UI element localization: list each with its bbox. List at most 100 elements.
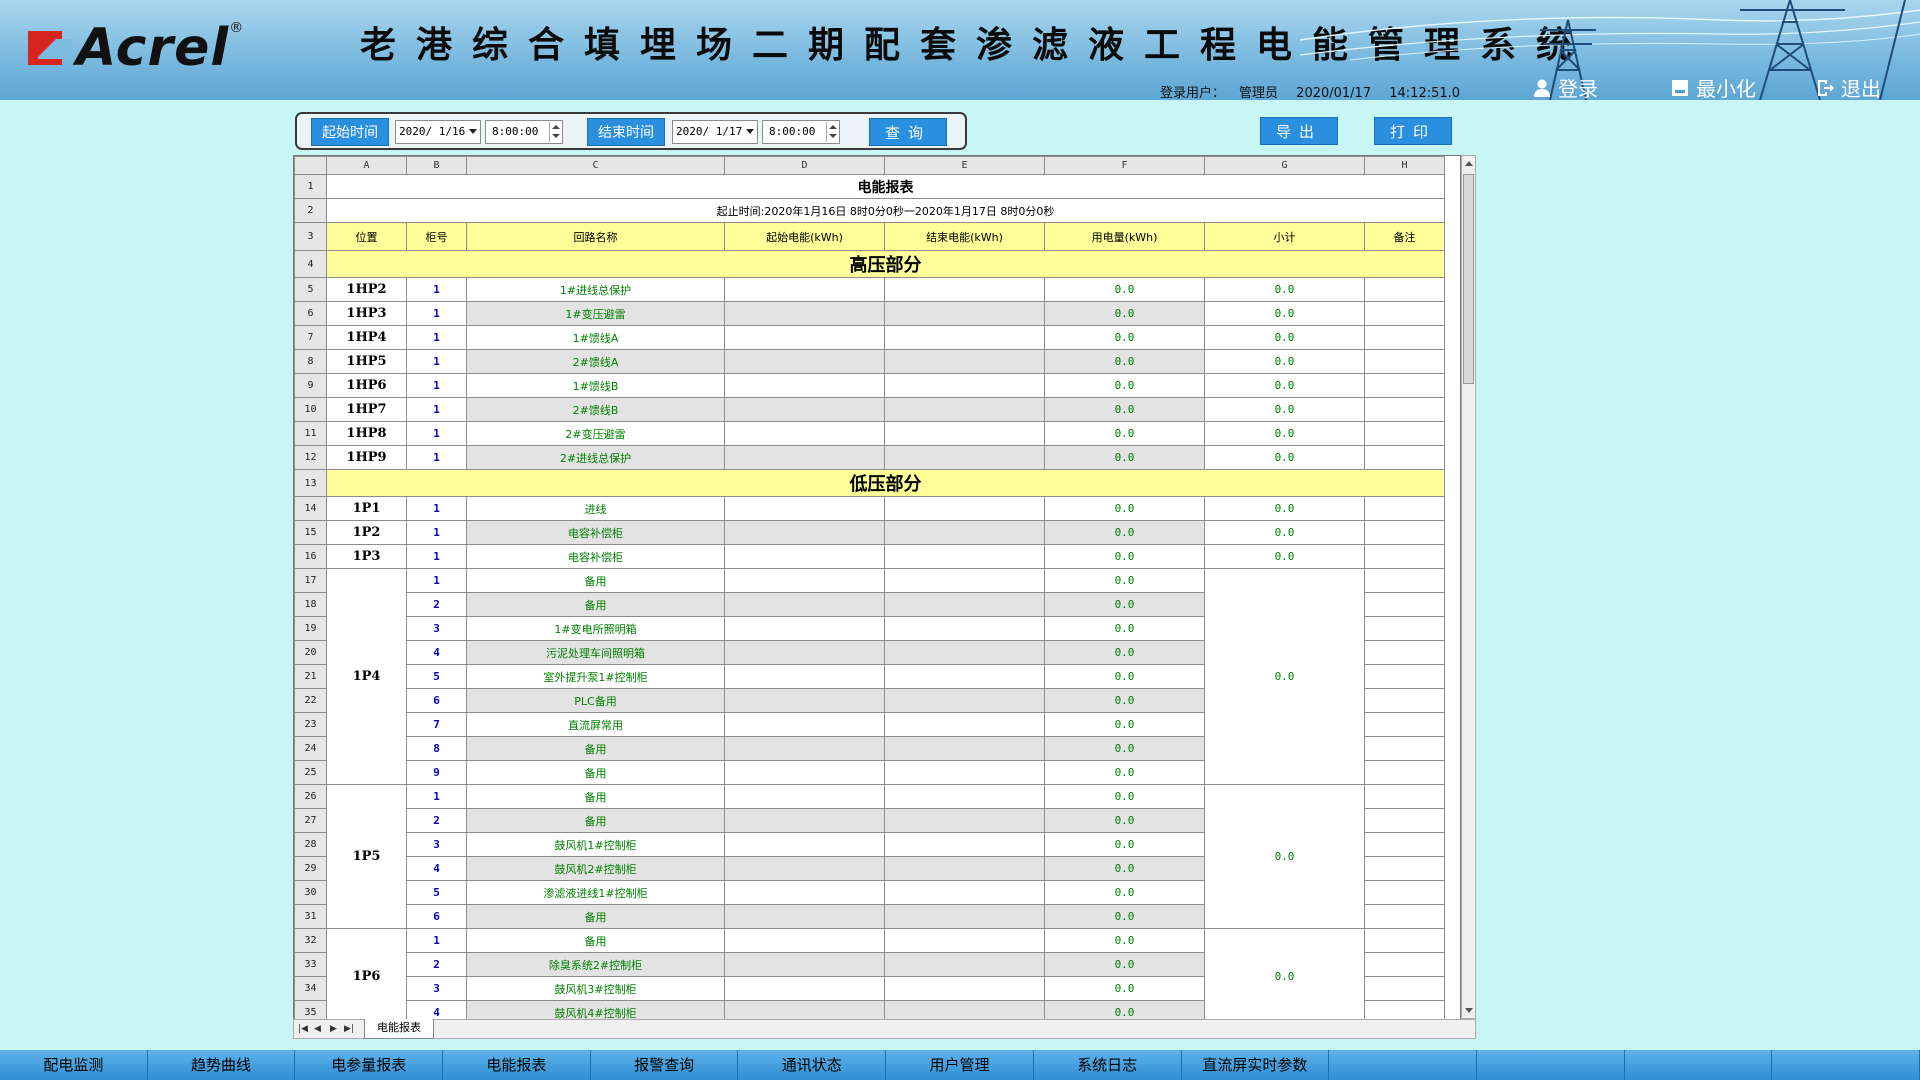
prev-sheet-icon[interactable]: ◀ — [314, 1024, 324, 1034]
cabinet-cell[interactable]: 2 — [407, 953, 467, 977]
loop-name-cell[interactable]: 室外提升泵1#控制柜 — [467, 665, 725, 689]
loop-name-cell[interactable]: 备用 — [467, 809, 725, 833]
position-cell[interactable]: 1HP5 — [327, 350, 407, 374]
loop-name-cell[interactable]: 备用 — [467, 929, 725, 953]
position-cell[interactable]: 1P4 — [327, 569, 407, 785]
end-energy-cell[interactable] — [885, 398, 1045, 422]
usage-cell[interactable]: 0.0 — [1045, 761, 1205, 785]
remark-cell[interactable] — [1365, 761, 1445, 785]
nav-item-9[interactable]: 直流屏实时参数 — [1182, 1050, 1330, 1080]
query-button[interactable]: 查询 — [869, 118, 947, 146]
end-energy-cell[interactable] — [885, 350, 1045, 374]
exit-button[interactable]: 退出 — [1815, 73, 1881, 100]
usage-cell[interactable]: 0.0 — [1045, 521, 1205, 545]
loop-name-cell[interactable]: 2#馈线A — [467, 350, 725, 374]
usage-cell[interactable]: 0.0 — [1045, 713, 1205, 737]
subtotal-cell[interactable]: 0.0 — [1205, 278, 1365, 302]
usage-cell[interactable]: 0.0 — [1045, 905, 1205, 929]
usage-cell[interactable]: 0.0 — [1045, 809, 1205, 833]
first-sheet-icon[interactable]: |◀ — [298, 1024, 308, 1034]
end-energy-cell[interactable] — [885, 785, 1045, 809]
usage-cell[interactable]: 0.0 — [1045, 446, 1205, 470]
remark-cell[interactable] — [1365, 617, 1445, 641]
start-energy-cell[interactable] — [725, 398, 885, 422]
remark-cell[interactable] — [1365, 905, 1445, 929]
column-header-f[interactable]: F — [1045, 157, 1205, 175]
position-cell[interactable]: 1P1 — [327, 497, 407, 521]
usage-cell[interactable]: 0.0 — [1045, 278, 1205, 302]
position-cell[interactable]: 1HP8 — [327, 422, 407, 446]
column-header-a[interactable]: A — [327, 157, 407, 175]
start-energy-cell[interactable] — [725, 593, 885, 617]
chevron-down-icon[interactable] — [469, 129, 477, 134]
row-number[interactable]: 27 — [295, 809, 327, 833]
remark-cell[interactable] — [1365, 737, 1445, 761]
remark-cell[interactable] — [1365, 665, 1445, 689]
time-spin-icon[interactable] — [549, 122, 561, 142]
section-high-voltage[interactable]: 高压部分 — [327, 251, 1445, 278]
loop-name-cell[interactable]: 2#变压避雷 — [467, 422, 725, 446]
chevron-down-icon[interactable] — [746, 129, 754, 134]
end-energy-cell[interactable] — [885, 713, 1045, 737]
usage-cell[interactable]: 0.0 — [1045, 833, 1205, 857]
position-cell[interactable]: 1P5 — [327, 785, 407, 929]
usage-cell[interactable]: 0.0 — [1045, 617, 1205, 641]
cabinet-cell[interactable]: 1 — [407, 302, 467, 326]
subtotal-cell[interactable]: 0.0 — [1205, 785, 1365, 929]
time-spin-icon[interactable] — [826, 122, 838, 142]
subtotal-cell[interactable]: 0.0 — [1205, 569, 1365, 785]
column-header-e[interactable]: E — [885, 157, 1045, 175]
usage-cell[interactable]: 0.0 — [1045, 350, 1205, 374]
row-number[interactable]: 23 — [295, 713, 327, 737]
column-header-g[interactable]: G — [1205, 157, 1365, 175]
end-energy-cell[interactable] — [885, 617, 1045, 641]
minimize-button[interactable]: 最小化 — [1670, 73, 1756, 100]
subtotal-cell[interactable]: 0.0 — [1205, 374, 1365, 398]
remark-cell[interactable] — [1365, 326, 1445, 350]
cabinet-cell[interactable]: 1 — [407, 350, 467, 374]
last-sheet-icon[interactable]: ▶| — [344, 1024, 354, 1034]
usage-cell[interactable]: 0.0 — [1045, 929, 1205, 953]
end-energy-cell[interactable] — [885, 833, 1045, 857]
end-energy-cell[interactable] — [885, 761, 1045, 785]
end-energy-cell[interactable] — [885, 569, 1045, 593]
cabinet-cell[interactable]: 5 — [407, 665, 467, 689]
loop-name-cell[interactable]: 备用 — [467, 593, 725, 617]
row-number[interactable]: 9 — [295, 374, 327, 398]
loop-name-cell[interactable]: 电容补偿柜 — [467, 545, 725, 569]
subtotal-cell[interactable]: 0.0 — [1205, 326, 1365, 350]
row-number[interactable]: 16 — [295, 545, 327, 569]
usage-cell[interactable]: 0.0 — [1045, 398, 1205, 422]
loop-name-cell[interactable]: 1#变压避雷 — [467, 302, 725, 326]
end-energy-cell[interactable] — [885, 929, 1045, 953]
start-date-picker[interactable]: 2020/ 1/16 — [395, 120, 481, 144]
table-header-cell[interactable]: 小计 — [1205, 223, 1365, 251]
end-energy-cell[interactable] — [885, 278, 1045, 302]
row-number[interactable]: 17 — [295, 569, 327, 593]
remark-cell[interactable] — [1365, 953, 1445, 977]
loop-name-cell[interactable]: 备用 — [467, 737, 725, 761]
row-number[interactable]: 24 — [295, 737, 327, 761]
vertical-scrollbar[interactable] — [1461, 155, 1476, 1019]
remark-cell[interactable] — [1365, 689, 1445, 713]
table-header-cell[interactable]: 结束电能(kWh) — [885, 223, 1045, 251]
cabinet-cell[interactable]: 4 — [407, 641, 467, 665]
loop-name-cell[interactable]: 渗滤液进线1#控制柜 — [467, 881, 725, 905]
remark-cell[interactable] — [1365, 278, 1445, 302]
select-all-corner[interactable] — [295, 157, 327, 175]
cabinet-cell[interactable]: 3 — [407, 977, 467, 1001]
table-header-cell[interactable]: 起始电能(kWh) — [725, 223, 885, 251]
subtotal-cell[interactable]: 0.0 — [1205, 446, 1365, 470]
loop-name-cell[interactable]: 备用 — [467, 905, 725, 929]
row-number[interactable]: 21 — [295, 665, 327, 689]
print-button[interactable]: 打印 — [1374, 117, 1452, 145]
row-number[interactable]: 20 — [295, 641, 327, 665]
end-energy-cell[interactable] — [885, 953, 1045, 977]
table-header-cell[interactable]: 用电量(kWh) — [1045, 223, 1205, 251]
start-energy-cell[interactable] — [725, 785, 885, 809]
row-number[interactable]: 30 — [295, 881, 327, 905]
loop-name-cell[interactable]: 鼓风机3#控制柜 — [467, 977, 725, 1001]
column-header-c[interactable]: C — [467, 157, 725, 175]
start-energy-cell[interactable] — [725, 929, 885, 953]
row-number[interactable]: 13 — [295, 470, 327, 497]
